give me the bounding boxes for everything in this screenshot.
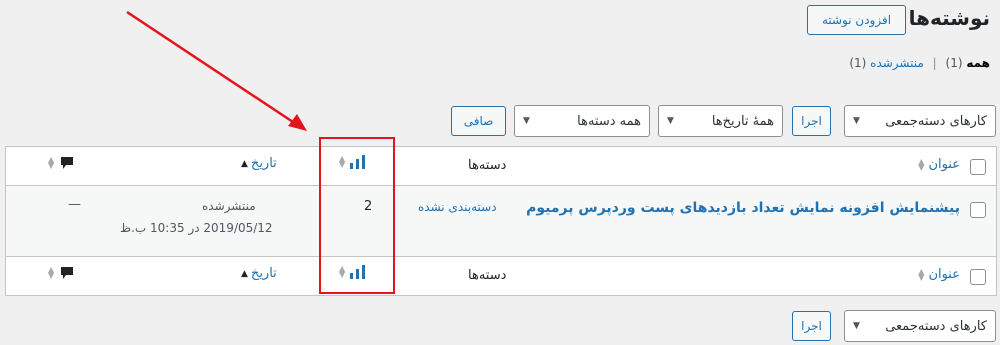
annotation-arrow xyxy=(126,10,307,131)
annotation-highlight-box xyxy=(319,137,395,294)
